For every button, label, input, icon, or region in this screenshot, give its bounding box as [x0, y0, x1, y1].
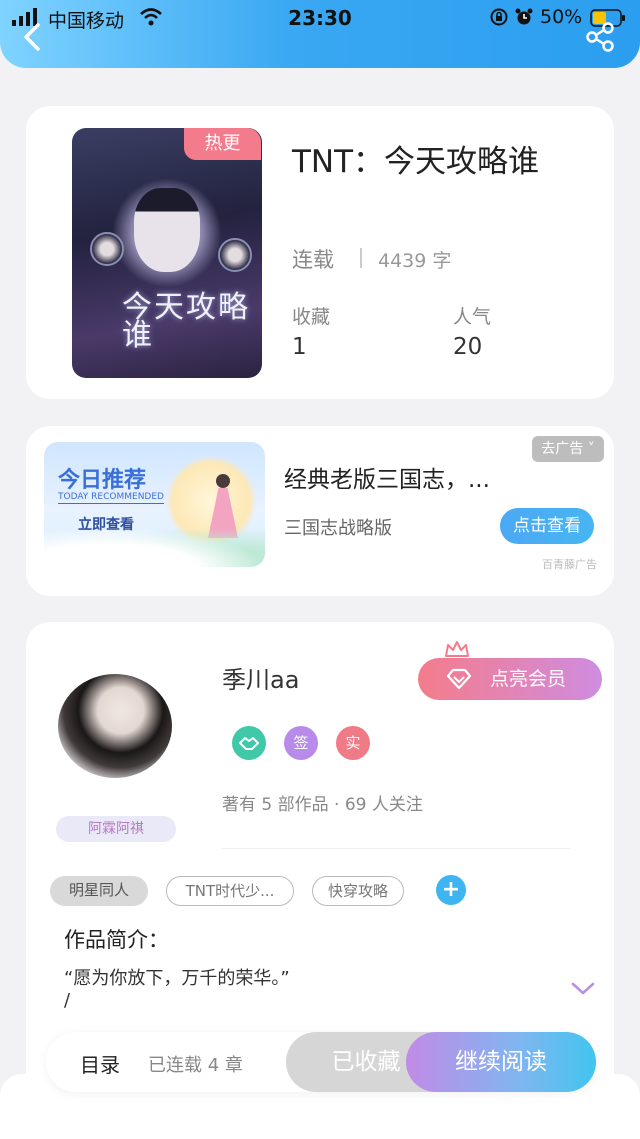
handshake-badge-icon[interactable]: [232, 726, 266, 760]
share-icon[interactable]: [584, 22, 616, 52]
fan-group-tag: 阿霖阿祺: [56, 816, 176, 842]
alarm-icon: [515, 8, 533, 25]
cover-title: 今天攻略谁: [122, 290, 250, 353]
verified-badge[interactable]: 实: [336, 726, 370, 760]
continue-reading-button[interactable]: 继续阅读: [406, 1032, 596, 1092]
banner-figure-head: [216, 474, 230, 488]
cover-portrait-small: [218, 238, 252, 272]
tag-chip[interactable]: TNT时代少...: [166, 876, 294, 906]
diamond-icon: [446, 668, 472, 690]
ad-title: 经典老版三国志，...: [284, 467, 490, 493]
orientation-lock-icon: [490, 8, 508, 26]
divider: [360, 248, 362, 268]
bottom-action-bar: 目录 已连载 4 章 已收藏 继续阅读: [46, 1032, 596, 1092]
author-stats: 著有 5 部作品 · 69 人关注: [222, 795, 423, 815]
handshake-icon: [239, 737, 259, 750]
book-cover[interactable]: 今天攻略谁: [72, 128, 262, 378]
favorites-value: 1: [292, 334, 307, 360]
ad-subtitle: 三国志战略版: [284, 518, 392, 539]
hot-update-badge: 热更: [184, 128, 261, 160]
popularity-label: 人气: [453, 306, 492, 328]
author-name[interactable]: 季川aa: [222, 660, 299, 695]
tag-chip[interactable]: 明星同人: [50, 876, 148, 906]
cover-portrait: [134, 188, 200, 272]
banner-cta: 立即查看: [78, 517, 134, 533]
banner-subtitle: TODAY RECOMMENDED: [58, 492, 164, 504]
crown-icon: [445, 641, 469, 657]
cover-portrait-small: [90, 232, 124, 266]
ad-banner-image[interactable]: 今日推荐 TODAY RECOMMENDED 立即查看: [44, 442, 265, 567]
ad-source-label: 百青藤广告: [542, 558, 597, 571]
book-title: TNT：今天攻略谁: [292, 144, 540, 180]
favorites-label: 收藏: [292, 306, 331, 328]
banner-title: 今日推荐: [58, 468, 147, 493]
divider: [222, 848, 570, 849]
vip-button-label: 点亮会员: [490, 668, 567, 690]
avatar[interactable]: [58, 674, 172, 778]
book-status: 连载: [292, 248, 334, 272]
book-info-card: 今天攻略谁 TNT：今天攻略谁 连载 4439 字 收藏 1 人气 20: [26, 106, 614, 399]
word-count: 4439 字: [378, 250, 452, 272]
intro-text: “愿为你放下，万千的荣华。”: [64, 968, 290, 989]
tag-chip[interactable]: 快穿攻略: [312, 876, 404, 906]
battery-percent: 50%: [540, 6, 583, 28]
intro-heading: 作品简介：: [64, 928, 169, 952]
intro-text-continued: /: [64, 990, 71, 1011]
status-bar: 中国移动 23:30 50%: [0, 0, 640, 36]
chapter-count: 已连载 4 章: [148, 1055, 243, 1076]
ad-card[interactable]: 今日推荐 TODAY RECOMMENDED 立即查看 经典老版三国志，... …: [26, 426, 614, 596]
chevron-down-icon[interactable]: [570, 980, 596, 998]
add-tag-button[interactable]: +: [436, 875, 466, 905]
popularity-value: 20: [453, 334, 483, 360]
remove-ad-button[interactable]: 去广告 ˅: [532, 436, 604, 462]
vip-button[interactable]: 点亮会员: [418, 658, 602, 700]
ad-view-button[interactable]: 点击查看: [500, 508, 594, 544]
back-arrow-icon[interactable]: [20, 22, 46, 52]
toc-button[interactable]: 目录: [80, 1049, 120, 1078]
signed-badge[interactable]: 签: [284, 726, 318, 760]
